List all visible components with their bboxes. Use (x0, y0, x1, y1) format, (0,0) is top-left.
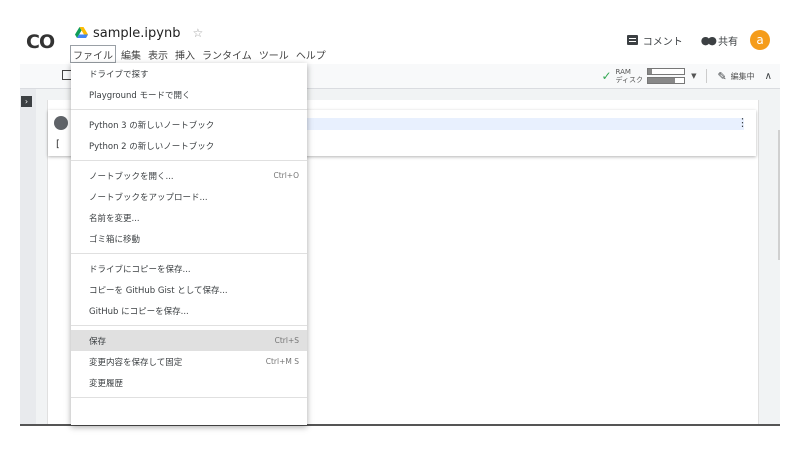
expand-sidebar-icon[interactable]: › (21, 96, 32, 107)
menu-item-move-to-trash[interactable]: ゴミ箱に移動 (71, 228, 307, 249)
menu-item-save-gist[interactable]: コピーを GitHub Gist として保存... (71, 279, 307, 300)
menu-divider (71, 253, 307, 254)
menu-item-label: ドライブで探す (89, 69, 149, 80)
header-actions: コメント ●● 共有 a (626, 30, 770, 50)
menu-item-label: コピーを GitHub Gist として保存... (89, 285, 228, 296)
title-row: sample.ipynb ☆ (75, 24, 203, 42)
editing-status[interactable]: 編集中 (731, 71, 755, 82)
menu-item-label: 変更履歴 (89, 378, 124, 389)
ram-bar (647, 68, 686, 75)
menu-divider (71, 397, 307, 398)
menu-edit[interactable]: 編集 (119, 45, 143, 63)
menu-item-open-notebook[interactable]: ノートブックを開く... Ctrl+O (71, 165, 307, 186)
avatar[interactable]: a (750, 30, 770, 50)
menu-tools[interactable]: ツール (257, 45, 291, 63)
menu-item-label: GitHub にコピーを保存... (89, 306, 189, 317)
notebook-title[interactable]: sample.ipynb (93, 26, 180, 41)
menu-item-shortcut: Ctrl+S (274, 336, 299, 345)
comment-button[interactable]: コメント (643, 33, 683, 48)
left-rail (20, 89, 36, 425)
menu-runtime[interactable]: ランタイム (200, 45, 254, 63)
menu-divider (71, 160, 307, 161)
disk-bar (647, 77, 686, 84)
menu-help[interactable]: ヘルプ (294, 45, 328, 63)
run-cell-icon[interactable] (54, 116, 68, 130)
menu-item-label: 保存 (89, 336, 107, 347)
ram-label: RAM (615, 68, 631, 76)
chevron-down-icon[interactable]: ▼ (691, 72, 696, 80)
more-vert-icon[interactable]: ⋮ (737, 116, 748, 129)
menu-item-new-python3[interactable]: Python 3 の新しいノートブック (71, 114, 307, 135)
app-header: CO sample.ipynb ☆ ファイル 編集 表示 挿入 ランタイム ツー… (20, 18, 780, 64)
menu-item-label: ノートブックをアップロード... (89, 192, 208, 203)
menu-view[interactable]: 表示 (146, 45, 170, 63)
menu-item-save-and-pin[interactable]: 変更内容を保存して固定 Ctrl+M S (71, 351, 307, 372)
share-button[interactable]: 共有 (718, 33, 738, 48)
resource-labels[interactable]: RAM ディスク (616, 68, 644, 84)
menu-item-label: ゴミ箱に移動 (89, 234, 141, 245)
menu-item-shortcut: Ctrl+M S (265, 357, 299, 366)
menu-item-upload-notebook[interactable]: ノートブックをアップロード... (71, 186, 307, 207)
menu-item-open-playground[interactable]: Playground モードで開く (71, 84, 307, 105)
file-menu-dropdown: ドライブで探す Playground モードで開く Python 3 の新しいノ… (71, 63, 307, 425)
menu-item-label: Python 2 の新しいノートブック (89, 141, 215, 152)
people-icon[interactable]: ●● (701, 34, 717, 47)
menu-item-find-in-drive[interactable]: ドライブで探す (71, 63, 307, 84)
menu-item-revision-history[interactable]: 変更履歴 (71, 372, 307, 393)
runtime-status: ✓ RAM ディスク ▼ ✎ 編集中 ∧ (601, 67, 772, 85)
menu-item-save-copy-drive[interactable]: ドライブにコピーを保存... (71, 258, 307, 279)
menu-item-rename[interactable]: 名前を変更... (71, 207, 307, 228)
disk-bar-fill (648, 78, 676, 83)
ram-bar-fill (648, 69, 652, 74)
resource-bars[interactable] (647, 67, 686, 85)
star-icon[interactable]: ☆ (192, 26, 203, 40)
menu-item-new-python2[interactable]: Python 2 の新しいノートブック (71, 135, 307, 156)
menu-item-label: Python 3 の新しいノートブック (89, 120, 215, 131)
menu-item-label: 名前を変更... (89, 213, 140, 224)
colab-logo[interactable]: CO (26, 31, 55, 53)
scrollbar[interactable] (778, 130, 780, 260)
check-icon: ✓ (601, 69, 612, 83)
cell-output: [ (56, 139, 60, 150)
menu-item-save[interactable]: 保存 Ctrl+S (71, 330, 307, 351)
pencil-icon[interactable]: ✎ (717, 70, 726, 83)
menu-item-save-github[interactable]: GitHub にコピーを保存... (71, 300, 307, 321)
comment-icon[interactable] (626, 35, 638, 45)
menu-file[interactable]: ファイル (70, 45, 116, 63)
menu-insert[interactable]: 挿入 (173, 45, 197, 63)
google-drive-icon (75, 27, 88, 38)
menu-divider (71, 325, 307, 326)
disk-label: ディスク (615, 76, 644, 84)
divider (706, 69, 708, 83)
menu-item-shortcut: Ctrl+O (273, 171, 299, 180)
chevron-up-icon[interactable]: ∧ (765, 71, 772, 82)
menu-divider (71, 109, 307, 110)
menu-item-label: ノートブックを開く... (89, 171, 174, 182)
menu-bar: ファイル 編集 表示 挿入 ランタイム ツール ヘルプ (70, 45, 331, 63)
menu-item-label: ドライブにコピーを保存... (89, 264, 191, 275)
menu-item-label: 変更内容を保存して固定 (89, 357, 183, 368)
menu-item-label: Playground モードで開く (89, 90, 191, 101)
